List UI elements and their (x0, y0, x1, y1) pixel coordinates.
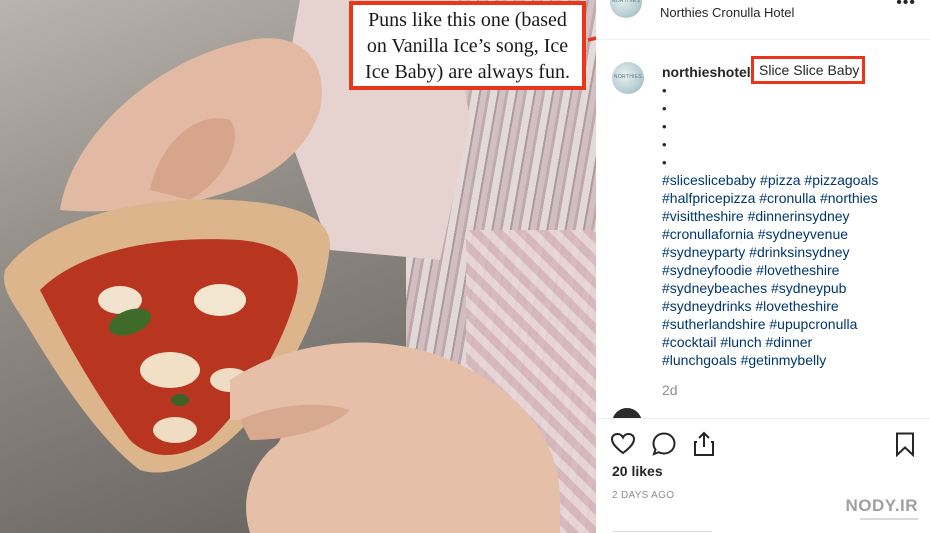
post-header: NORTHIES Northies Cronulla Hotel ••• (596, 0, 930, 40)
hashtag-line[interactable]: #sydneyparty #drinksinsydney (662, 243, 924, 261)
annotation-text: Puns like this one (based on Vanilla Ice… (365, 8, 570, 83)
hashtag-line[interactable]: #halfpricepizza #cronulla #northies (662, 189, 924, 207)
next-comment-peek (612, 408, 912, 418)
share-icon[interactable] (691, 431, 717, 457)
hashtag-line[interactable]: #sliceslicebaby #pizza #pizzagoals (662, 171, 924, 189)
hashtag-line[interactable]: #cocktail #lunch #dinner (662, 333, 924, 351)
caption-bullets: • • • • • (662, 82, 667, 172)
watermark-subtext: ━━━━━━━━━━━━━━━━ (860, 517, 918, 523)
bullet-line: • (662, 119, 667, 134)
cheese-3 (140, 352, 200, 388)
bullet-line: • (662, 83, 667, 98)
comment-avatar[interactable] (612, 408, 642, 418)
pizza-photo: Puns like this one (based on Vanilla Ice… (0, 0, 596, 533)
hashtag-line[interactable]: #visittheshire #dinnerinsydney (662, 207, 924, 225)
bookmark-icon[interactable] (892, 431, 918, 457)
watermark-text: NODY.IR (845, 496, 918, 515)
cheese-2 (194, 284, 246, 316)
hashtag-line[interactable]: #sydneyfoodie #lovetheshire (662, 261, 924, 279)
header-avatar[interactable]: NORTHIES (610, 0, 642, 18)
caption-time-ago: 2d (662, 382, 678, 398)
bullet-line: • (662, 155, 667, 170)
header-account-name[interactable]: Northies Cronulla Hotel (660, 5, 794, 20)
site-watermark: NODY.IR ━━━━━━━━━━━━━━━━ (846, 496, 918, 523)
basil-3 (171, 394, 189, 406)
avatar-logo-text: NORTHIES (613, 74, 643, 80)
hashtag-list: #sliceslicebaby #pizza #pizzagoals #half… (662, 171, 924, 369)
hashtag-line[interactable]: #sydneydrinks #lovetheshire (662, 297, 924, 315)
hashtag-line[interactable]: #sydneybeaches #sydneypub (662, 279, 924, 297)
instagram-post-panel: NORTHIES Northies Cronulla Hotel ••• NOR… (596, 0, 930, 533)
heart-icon[interactable] (610, 431, 636, 457)
cheese-5 (153, 417, 197, 443)
comment-divider (612, 531, 712, 532)
caption-avatar[interactable]: NORTHIES (612, 62, 644, 94)
avatar-logo-text: NORTHIES (611, 0, 641, 4)
hashtag-line[interactable]: #sutherlandshire #upupcronulla (662, 315, 924, 333)
post-timestamp: 2 DAYS AGO (612, 490, 675, 501)
caption-highlight-box: Slice Slice Baby (751, 56, 865, 84)
post-caption: NORTHIES northieshotel Slice Slice Baby … (596, 44, 930, 414)
bullet-line: • (662, 137, 667, 152)
more-options-icon[interactable]: ••• (896, 0, 916, 12)
comment-icon[interactable] (651, 431, 677, 457)
like-count[interactable]: 20 likes (612, 463, 663, 479)
annotation-callout: Puns like this one (based on Vanilla Ice… (349, 1, 586, 90)
bullet-line: • (662, 101, 667, 116)
caption-highlight-text: Slice Slice Baby (759, 62, 860, 78)
hashtag-line[interactable]: #cronullafornia #sydneyvenue (662, 225, 924, 243)
hashtag-line[interactable]: #lunchgoals #getinmybelly (662, 351, 924, 369)
caption-username[interactable]: northieshotel (662, 64, 751, 80)
